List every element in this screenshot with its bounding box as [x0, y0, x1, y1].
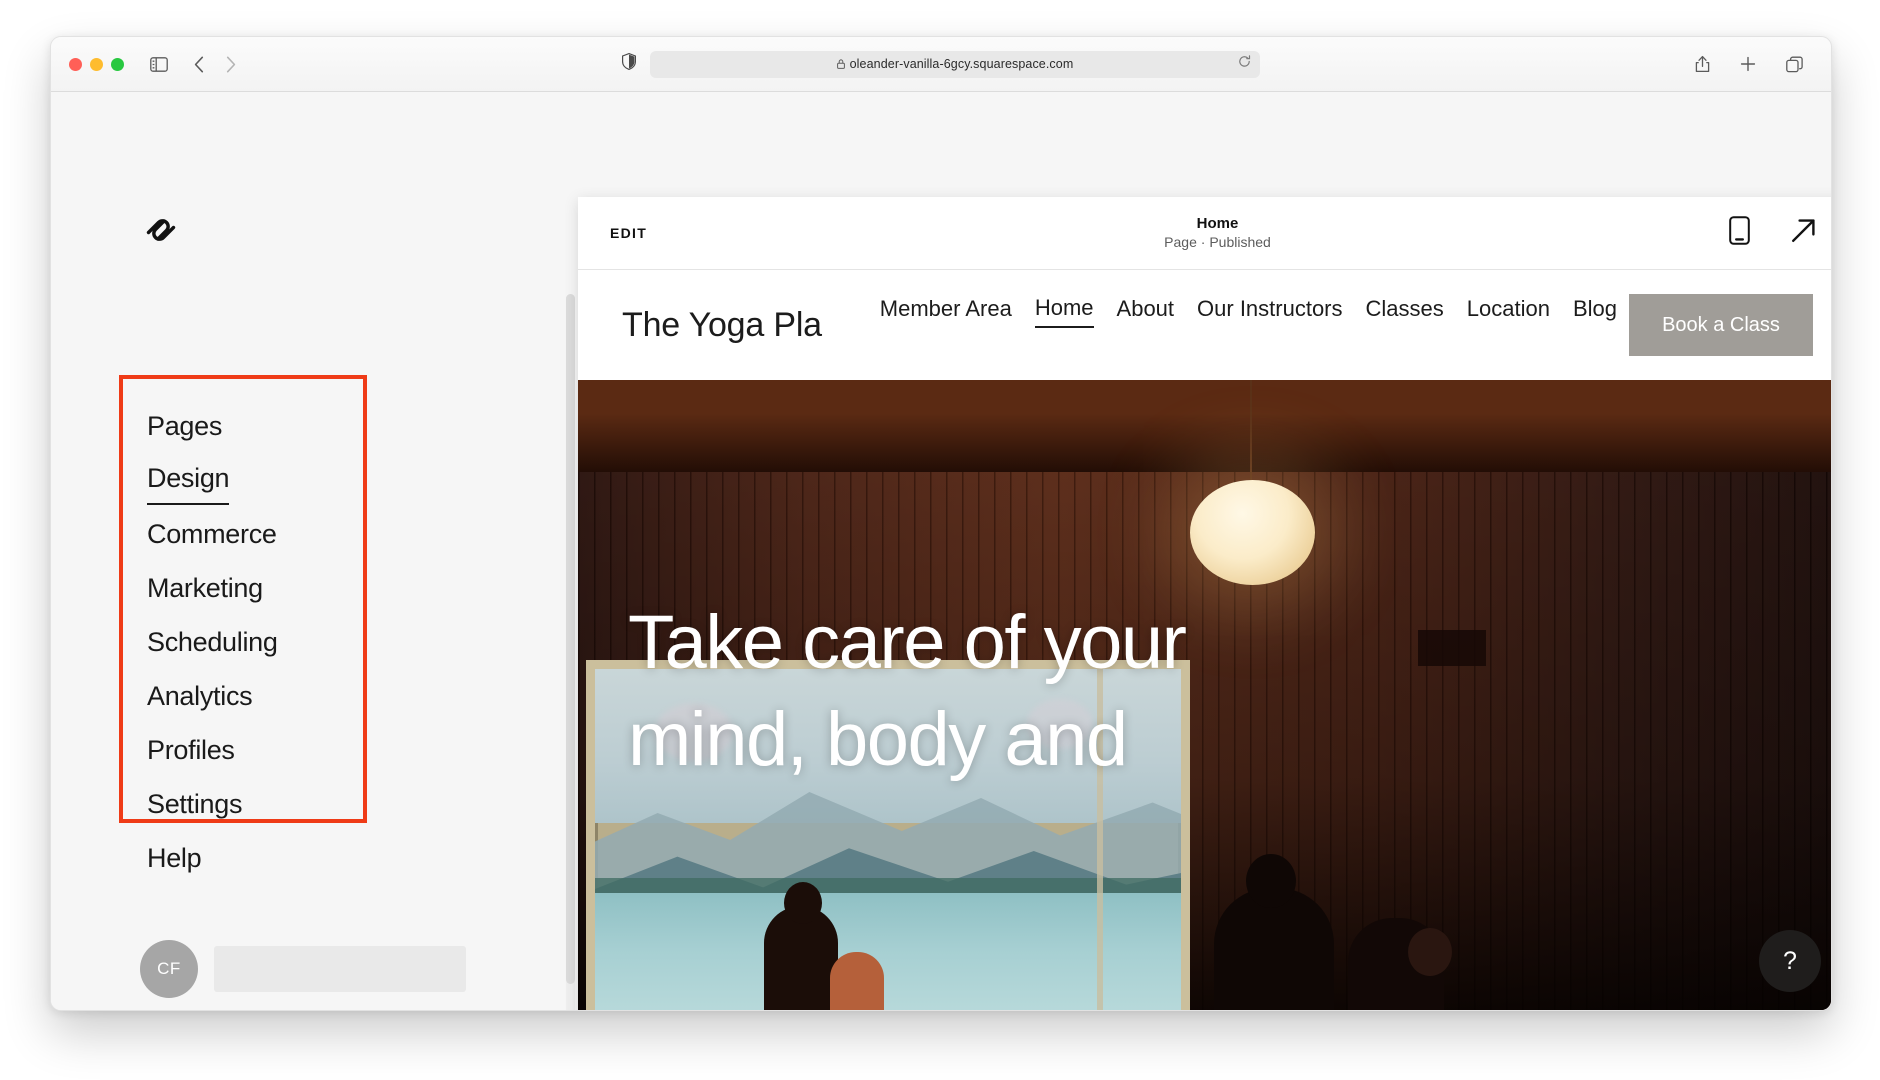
admin-nav-highlight-box: Pages Design Commerce Marketing Scheduli… [119, 375, 367, 873]
lake [595, 893, 1181, 1010]
site-nav-member-area[interactable]: Member Area [880, 290, 1012, 328]
mobile-preview-icon[interactable] [1729, 216, 1750, 250]
tab-overview-icon[interactable] [1779, 49, 1809, 79]
page-title: Home [1196, 215, 1239, 232]
person-silhouette-e [1408, 928, 1452, 976]
person-silhouette-b [830, 952, 884, 1010]
sidebar-toggle-icon[interactable] [144, 49, 174, 79]
site-preview-card: EDIT Home Page · Published The Yoga Pla … [578, 197, 1831, 1010]
preview-panel-scrollbar-track[interactable] [566, 294, 575, 1010]
admin-nav-list: Pages Design Commerce Marketing Scheduli… [147, 399, 278, 885]
lamp-cord [1250, 380, 1252, 484]
admin-sidebar: Pages Design Commerce Marketing Scheduli… [51, 92, 521, 1010]
back-arrow-icon[interactable] [184, 49, 214, 79]
avatar[interactable]: CF [140, 940, 198, 998]
site-nav-classes[interactable]: Classes [1366, 290, 1444, 328]
person-silhouette-c-head [1246, 854, 1296, 908]
wall-vent [1418, 630, 1486, 666]
sidebar-item-marketing[interactable]: Marketing [147, 561, 263, 615]
hero-heading: Take care of your mind, body and [628, 600, 1187, 782]
site-header: The Yoga Pla Member Area Home About Our … [578, 270, 1831, 380]
share-icon[interactable] [1687, 49, 1717, 79]
preview-actions [1729, 216, 1817, 250]
account-row[interactable]: CF [140, 940, 466, 998]
toolbar-right-actions [1687, 49, 1809, 79]
privacy-shield-icon[interactable] [622, 52, 636, 75]
address-url: oleander-vanilla-6gcy.squarespace.com [849, 57, 1074, 71]
page-status: Page · Published [1164, 234, 1271, 250]
site-title[interactable]: The Yoga Pla [622, 306, 822, 345]
sidebar-item-pages[interactable]: Pages [147, 399, 222, 453]
new-tab-plus-icon[interactable] [1733, 49, 1763, 79]
forward-arrow-icon[interactable] [216, 49, 246, 79]
preview-panel-scrollbar-thumb[interactable] [566, 294, 575, 984]
sidebar-item-analytics[interactable]: Analytics [147, 669, 253, 723]
page-meta: Home Page · Published [1164, 214, 1271, 252]
sidebar-item-settings[interactable]: Settings [147, 777, 242, 831]
sidebar-item-design[interactable]: Design [147, 453, 230, 505]
address-bar[interactable]: oleander-vanilla-6gcy.squarespace.com [650, 50, 1260, 78]
account-name-placeholder [214, 946, 466, 992]
browser-window: oleander-vanilla-6gcy.squarespace.com Pa… [50, 36, 1832, 1011]
book-a-class-button[interactable]: Book a Class [1629, 294, 1813, 356]
site-nav-blog[interactable]: Blog [1573, 290, 1617, 328]
person-silhouette-a-head [784, 882, 822, 924]
site-nav-our-instructors[interactable]: Our Instructors [1197, 290, 1342, 328]
pendant-lamp [1190, 480, 1315, 585]
site-nav-about[interactable]: About [1117, 290, 1175, 328]
squarespace-logo[interactable] [140, 209, 182, 251]
site-nav-location[interactable]: Location [1467, 290, 1550, 328]
sidebar-item-scheduling[interactable]: Scheduling [147, 615, 278, 669]
address-text: oleander-vanilla-6gcy.squarespace.com [836, 57, 1074, 71]
preview-topbar: EDIT Home Page · Published [578, 197, 1831, 270]
hero-section: Take care of your mind, body and ? [578, 380, 1831, 1010]
sidebar-item-commerce[interactable]: Commerce [147, 507, 277, 561]
reload-icon[interactable] [1238, 55, 1251, 73]
lock-icon [836, 59, 845, 69]
maximize-window-button[interactable] [111, 57, 124, 71]
site-nav-home[interactable]: Home [1034, 290, 1094, 328]
help-button[interactable]: ? [1759, 930, 1821, 992]
traffic-lights [69, 57, 124, 71]
close-window-button[interactable] [69, 57, 82, 71]
sidebar-item-help[interactable]: Help [147, 831, 202, 885]
app-body: Pages Design Commerce Marketing Scheduli… [51, 92, 1831, 1010]
navigation-arrows [184, 49, 246, 79]
open-external-icon[interactable] [1790, 217, 1817, 249]
address-area: oleander-vanilla-6gcy.squarespace.com [622, 50, 1260, 78]
site-nav: Member Area Home About Our Instructors C… [878, 290, 1617, 328]
wood-ceiling [578, 380, 1831, 476]
sidebar-item-profiles[interactable]: Profiles [147, 723, 235, 777]
edit-button[interactable]: EDIT [610, 225, 647, 241]
minimize-window-button[interactable] [90, 57, 103, 71]
browser-toolbar: oleander-vanilla-6gcy.squarespace.com [51, 37, 1831, 92]
